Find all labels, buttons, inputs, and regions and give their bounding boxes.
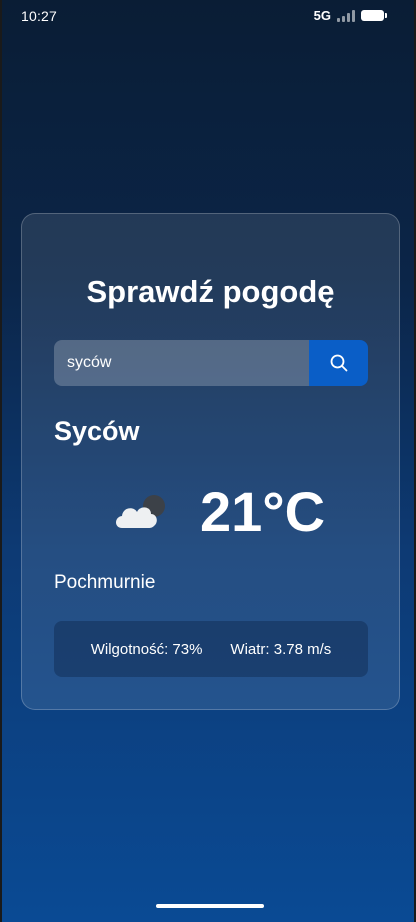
network-label: 5G — [313, 8, 331, 23]
signal-icon — [337, 9, 355, 22]
search-icon — [330, 354, 347, 372]
search-button[interactable] — [309, 340, 368, 386]
current-weather: 21°C — [112, 476, 325, 548]
weather-card: Sprawdź pogodę Syców 21°C Pochmurnie Wil… — [21, 213, 400, 710]
status-bar: 10:27 5G — [2, 0, 414, 32]
status-indicators: 5G — [313, 8, 387, 23]
humidity-value: Wilgotność: 73% — [90, 640, 203, 658]
page-title: Sprawdź pogodę — [86, 274, 335, 309]
weather-details: Wilgotność: 73% Wiatr: 3.78 m/s — [54, 621, 368, 677]
battery-icon — [361, 10, 387, 21]
phone-screen: 10:27 5G Sprawdź pogodę Syców — [0, 0, 416, 922]
weather-description: Pochmurnie — [54, 572, 156, 593]
wind-value: Wiatr: 3.78 m/s — [230, 640, 332, 658]
temperature: 21°C — [200, 480, 326, 543]
cloudy-icon — [116, 495, 165, 528]
status-time: 10:27 — [21, 8, 58, 24]
home-indicator[interactable] — [156, 904, 264, 908]
search-bar — [54, 340, 368, 386]
search-input[interactable] — [54, 340, 309, 386]
city-name: Syców — [54, 416, 140, 446]
